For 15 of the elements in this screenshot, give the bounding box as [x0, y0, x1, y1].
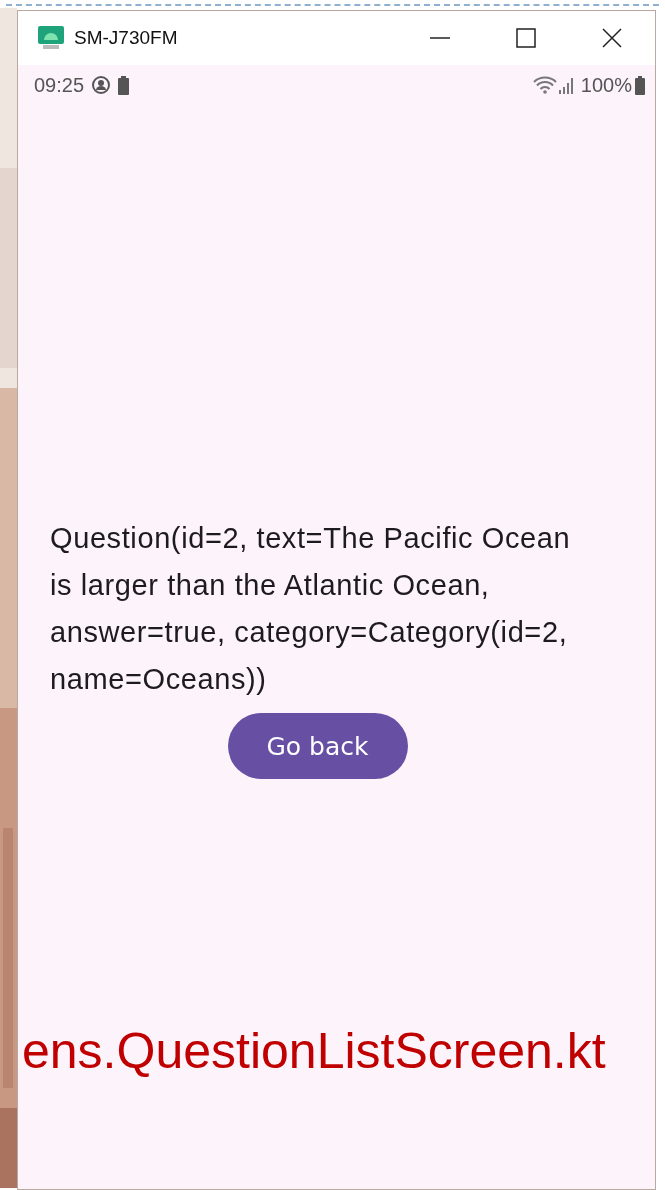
status-time: 09:25	[34, 73, 85, 97]
android-monitor-icon	[38, 26, 64, 50]
battery-icon	[118, 75, 130, 95]
account-icon	[92, 76, 111, 94]
question-text: Question(id=2, text=The Pacific Ocean is larger than the Atlantic Ocean, answer=true, category=Category(id=2, name=Oceans))	[50, 521, 572, 697]
maximize-icon	[516, 28, 536, 48]
signal-icon	[558, 76, 575, 94]
go-back-button[interactable]: Go back	[227, 713, 408, 779]
minimize-icon	[430, 37, 450, 39]
battery-percent: 100%	[580, 73, 632, 97]
window-title: SM-J730FM	[74, 27, 179, 49]
wifi-icon	[532, 76, 557, 94]
close-icon	[602, 28, 622, 48]
battery-icon	[635, 75, 645, 95]
file-name-caption: ens.QuestionListScreen.kt	[22, 1022, 606, 1080]
